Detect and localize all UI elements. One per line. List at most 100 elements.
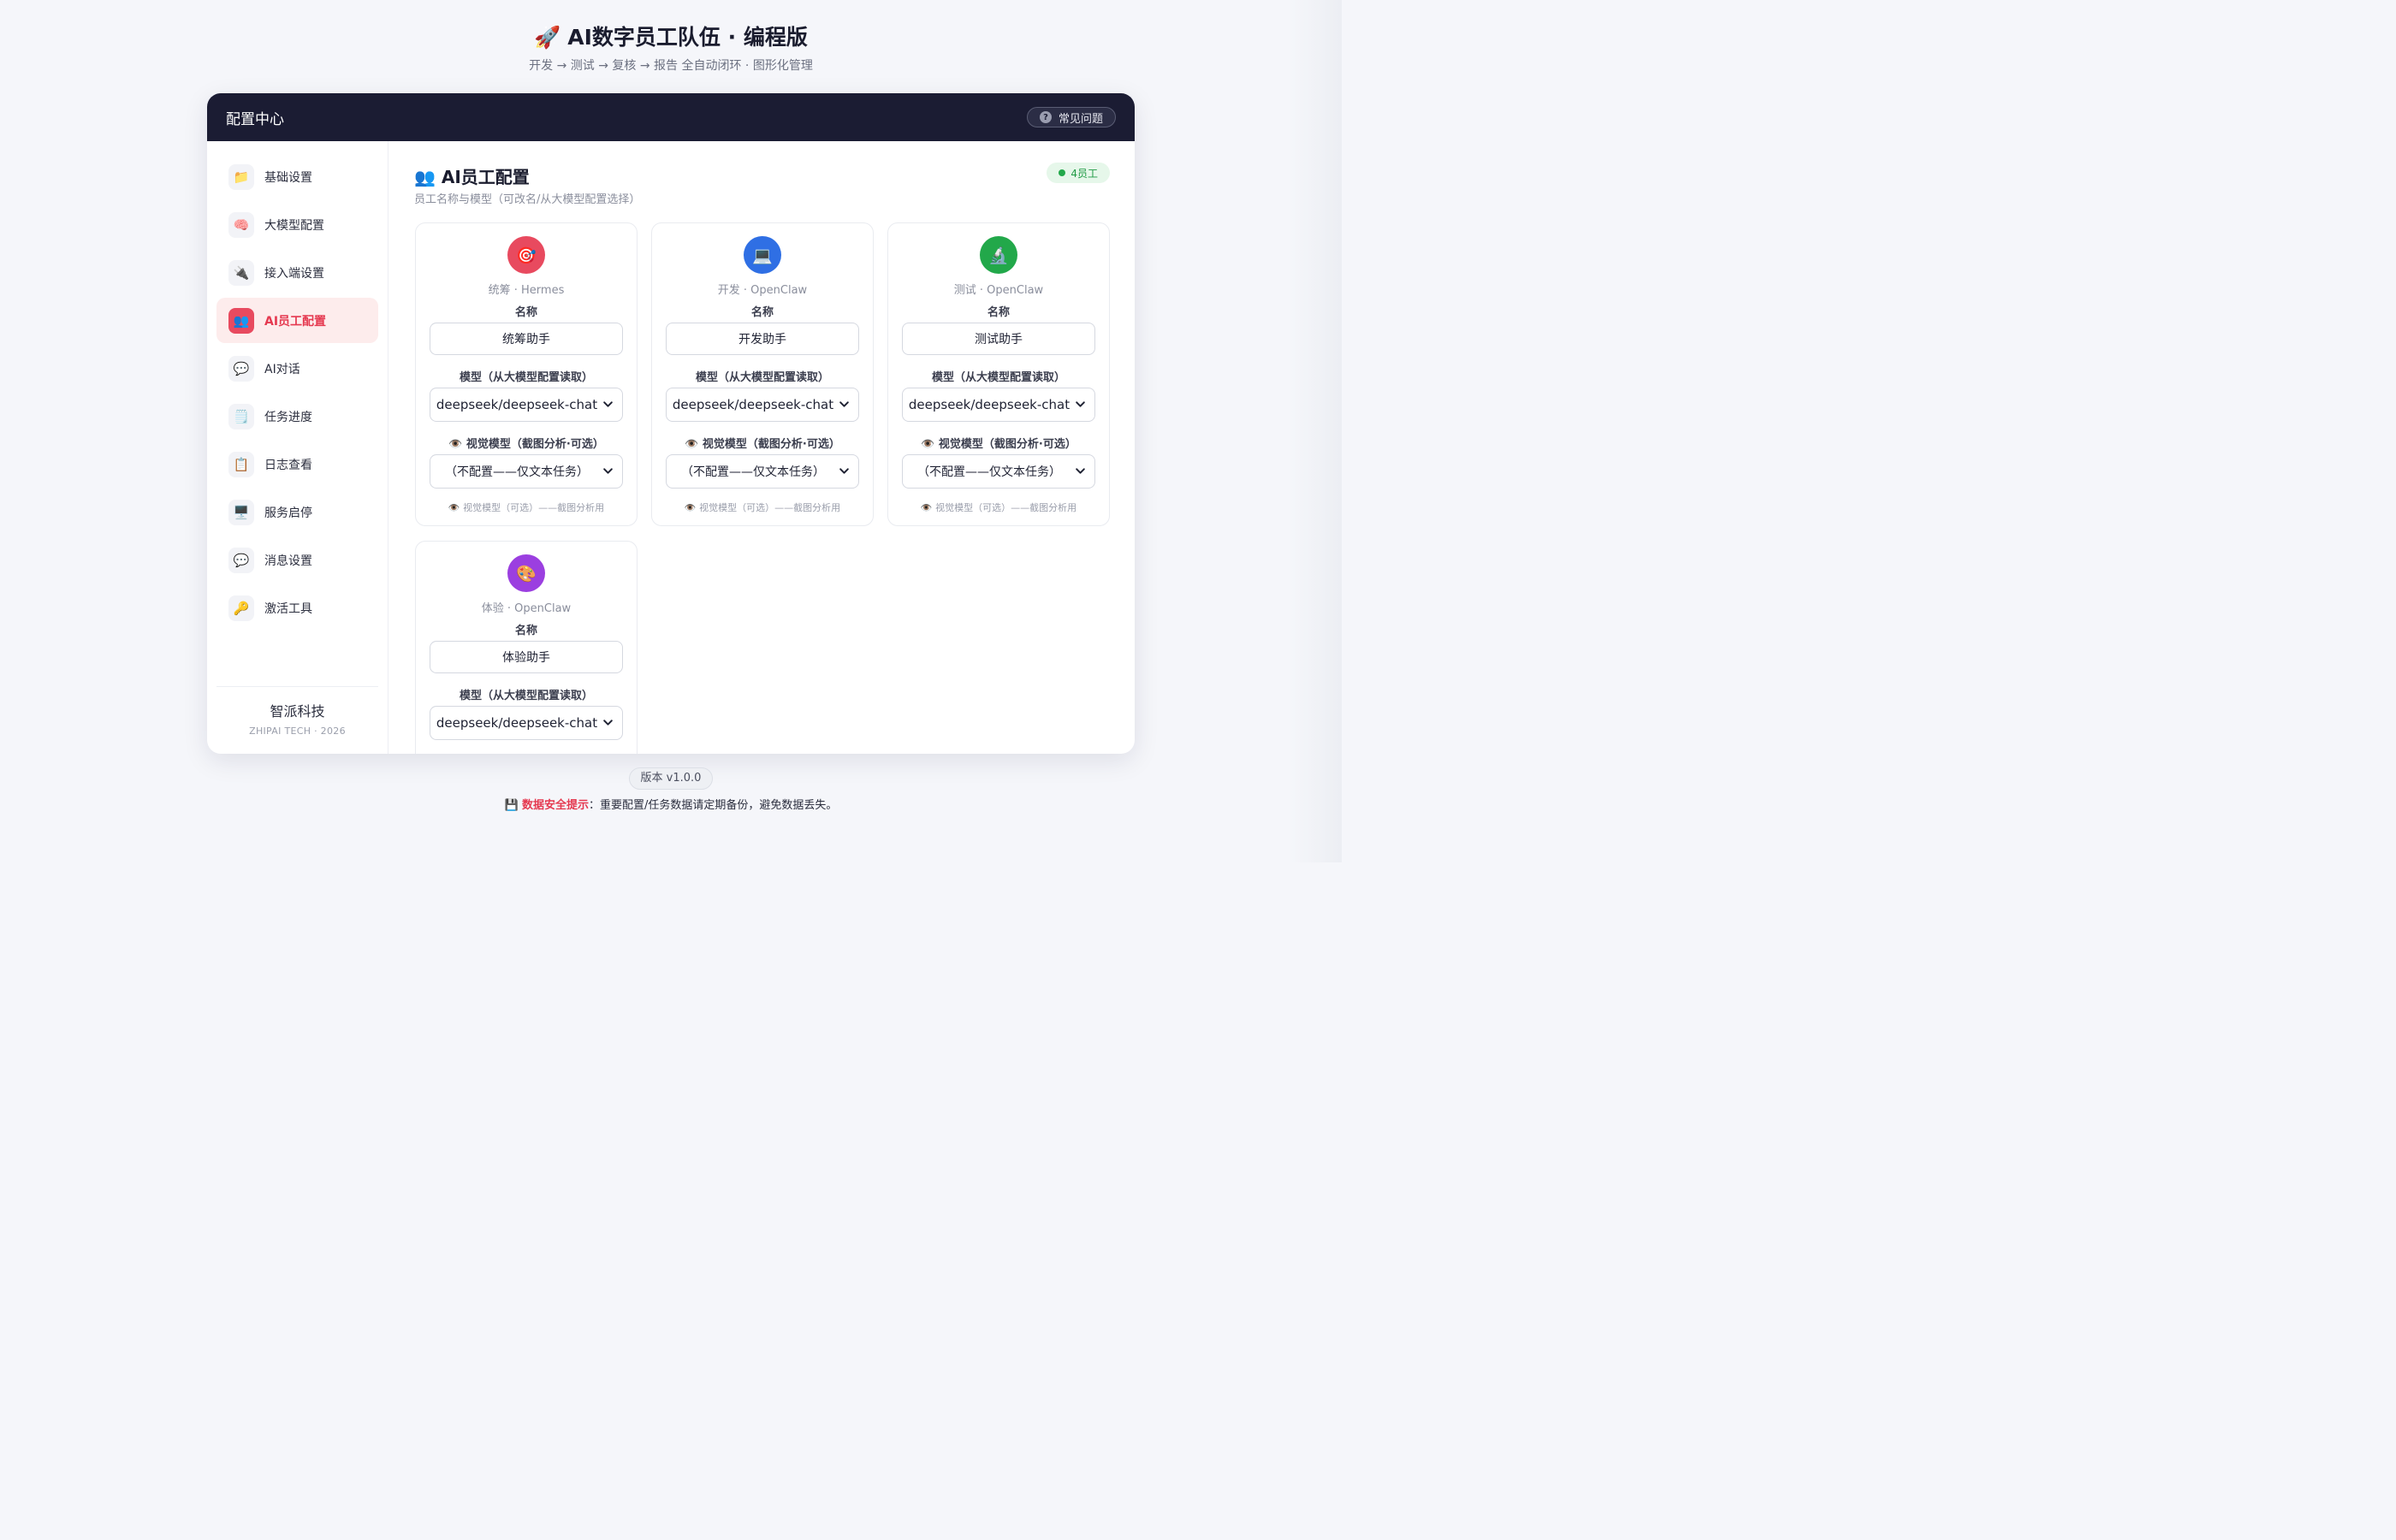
sidebar-item-9[interactable]: 💬 消息设置: [216, 537, 378, 583]
sidebar-item-label: 大模型配置: [264, 218, 324, 233]
version-badge: 版本 v1.0.0: [628, 767, 714, 790]
model-select-value: deepseek/deepseek-chat: [672, 397, 834, 412]
page-title: 🚀 AI数字员工队伍 · 编程版: [0, 22, 1342, 53]
name-label: 名称: [514, 306, 537, 319]
employee-avatar-icon: 💻: [744, 236, 781, 274]
employee-avatar-icon: 🔬: [980, 236, 1017, 274]
sidebar-item-icon: 🔑: [228, 595, 254, 621]
model-select[interactable]: deepseek/deepseek-chat: [666, 388, 859, 422]
employee-name-input[interactable]: [430, 641, 623, 673]
employee-role: 体验 · OpenClaw: [481, 602, 572, 615]
employee-name-input[interactable]: [430, 323, 623, 355]
page-subtitle: 开发 → 测试 → 复核 → 报告 全自动闭环 · 图形化管理: [529, 59, 813, 73]
sidebar-nav: 📁 基础设置 🧠 大模型配置 🔌 接入端设置 👥 AI员工配置 💬 AI对话 🗒️ 任务进度 📋 日志查看…: [216, 154, 378, 631]
vision-select-value: （不配置——仅文本任务）: [445, 465, 589, 479]
brand-subtitle: ZHIPAI TECH · 2026: [249, 726, 346, 737]
vision-model-label: 👁️ 视觉模型（截图分析·可选）: [448, 438, 604, 451]
model-select-value: deepseek/deepseek-chat: [436, 397, 598, 412]
config-panel: 配置中心 ? 常见问题 📁 基础设置 🧠 大模型配置 🔌 接入端设置 👥 AI员工配置 💬 AI对…: [207, 93, 1135, 754]
vision-model-select[interactable]: （不配置——仅文本任务）: [430, 454, 623, 489]
right-edge-shade: [1290, 0, 1342, 862]
users-icon: 👥: [414, 167, 436, 187]
floppy-disk-icon: 💾: [504, 799, 519, 812]
main-content: 👥 AI员工配置 员工名称与模型（可改名/从大模型配置选择） 4员工 🎯 统筹 ·…: [389, 141, 1135, 754]
vision-model-select[interactable]: （不配置——仅文本任务）: [902, 454, 1095, 489]
vision-model-label: 👁️ 视觉模型（截图分析·可选）: [416, 753, 637, 754]
section-title-text: AI员工配置: [441, 167, 530, 187]
model-select[interactable]: deepseek/deepseek-chat: [430, 706, 623, 740]
employee-role: 测试 · OpenClaw: [953, 284, 1044, 297]
vision-hint: 👁️ 视觉模型（可选）——截图分析用: [920, 502, 1077, 513]
status-dot-icon: [1059, 169, 1066, 176]
employee-count-label: 4员工: [1070, 167, 1098, 180]
page-title-text: AI数字员工队伍 · 编程版: [567, 25, 808, 50]
employee-card: 🎨 体验 · OpenClaw 名称模型（从大模型配置读取） deepseek/dee…: [415, 541, 638, 754]
name-label: 名称: [750, 306, 774, 319]
rocket-icon: 🚀: [534, 25, 561, 50]
vision-select-value: （不配置——仅文本任务）: [917, 465, 1061, 479]
sidebar-item-icon: 🧠: [228, 211, 254, 238]
sidebar-item-label: 激活工具: [264, 601, 312, 616]
sidebar-item-icon: 🔌: [228, 259, 254, 286]
sidebar-item-label: 服务启停: [264, 506, 312, 520]
model-label: 模型（从大模型配置读取）: [459, 690, 593, 702]
employee-avatar-icon: 🎨: [507, 554, 545, 592]
employee-card: 🔬 测试 · OpenClaw 名称模型（从大模型配置读取） deepseek/dee…: [887, 222, 1110, 526]
sidebar-item-label: 基础设置: [264, 170, 312, 185]
sidebar-item-10[interactable]: 🔑 激活工具: [216, 585, 378, 631]
vision-hint: 👁️ 视觉模型（可选）——截图分析用: [684, 502, 841, 513]
employee-card: 🎯 统筹 · Hermes 名称模型（从大模型配置读取） deepseek/deeps…: [415, 222, 638, 526]
model-select[interactable]: deepseek/deepseek-chat: [902, 388, 1095, 422]
panel-title: 配置中心: [226, 110, 284, 128]
sidebar-item-label: AI对话: [264, 362, 300, 376]
sidebar-item-6[interactable]: 🗒️ 任务进度: [216, 394, 378, 439]
sidebar-item-5[interactable]: 💬 AI对话: [216, 346, 378, 391]
sidebar-item-icon: 💬: [228, 547, 254, 573]
sidebar-item-icon: 💬: [228, 355, 254, 382]
sidebar-item-label: 任务进度: [264, 410, 312, 424]
safety-text: ：重要配置/任务数据请定期备份，避免数据丢失。: [588, 799, 838, 812]
model-select-value: deepseek/deepseek-chat: [436, 715, 598, 731]
employee-name-input[interactable]: [666, 323, 859, 355]
panel-header: 配置中心 ? 常见问题: [207, 93, 1135, 141]
safety-note: 💾 数据安全提示：重要配置/任务数据请定期备份，避免数据丢失。: [505, 799, 838, 812]
model-label: 模型（从大模型配置读取）: [459, 371, 593, 384]
name-label: 名称: [987, 306, 1010, 319]
footer-safety: 💾 数据安全提示：重要配置/任务数据请定期备份，避免数据丢失。: [0, 796, 1342, 812]
sidebar-item-icon: 🖥️: [228, 499, 254, 525]
vision-model-select[interactable]: （不配置——仅文本任务）: [666, 454, 859, 489]
faq-button[interactable]: ? 常见问题: [1026, 107, 1116, 127]
sidebar-item-3[interactable]: 🔌 接入端设置: [216, 250, 378, 295]
vision-model-label: 👁️ 视觉模型（截图分析·可选）: [921, 438, 1076, 451]
sidebar-item-1[interactable]: 📁 基础设置: [216, 154, 378, 199]
question-icon: ?: [1039, 111, 1052, 123]
model-label: 模型（从大模型配置读取）: [695, 371, 829, 384]
sidebar-item-4[interactable]: 👥 AI员工配置: [216, 298, 378, 343]
page-header: 🚀 AI数字员工队伍 · 编程版 开发 → 测试 → 复核 → 报告 全自动闭环 …: [0, 22, 1342, 74]
name-label: 名称: [514, 625, 537, 637]
safety-title: 数据安全提示: [521, 799, 589, 812]
section-description: 员工名称与模型（可改名/从大模型配置选择）: [414, 193, 641, 206]
employee-name-input[interactable]: [902, 323, 1095, 355]
faq-label: 常见问题: [1058, 112, 1103, 126]
employee-card: 💻 开发 · OpenClaw 名称模型（从大模型配置读取） deepseek/dee…: [651, 222, 874, 526]
footer-version: 版本 v1.0.0: [0, 767, 1342, 790]
employee-role: 开发 · OpenClaw: [717, 284, 808, 297]
model-select-value: deepseek/deepseek-chat: [908, 397, 1070, 412]
sidebar-item-label: AI员工配置: [264, 314, 327, 329]
section-title: 👥 AI员工配置: [414, 163, 530, 188]
sidebar-item-label: 日志查看: [264, 458, 312, 472]
brand-footer: 智派科技 ZHIPAI TECH · 2026: [216, 686, 378, 737]
sidebar-item-label: 接入端设置: [264, 266, 324, 281]
employee-count-badge: 4员工: [1047, 163, 1110, 183]
sidebar-item-icon: 👥: [228, 307, 254, 334]
sidebar-item-7[interactable]: 📋 日志查看: [216, 441, 378, 487]
vision-hint: 👁️ 视觉模型（可选）——截图分析用: [448, 502, 605, 513]
model-select[interactable]: deepseek/deepseek-chat: [430, 388, 623, 422]
sidebar-item-8[interactable]: 🖥️ 服务启停: [216, 489, 378, 535]
sidebar-item-2[interactable]: 🧠 大模型配置: [216, 202, 378, 247]
brand-name: 智派科技: [270, 703, 325, 720]
sidebar-item-label: 消息设置: [264, 554, 312, 568]
sidebar-item-icon: 📋: [228, 451, 254, 477]
model-label: 模型（从大模型配置读取）: [931, 371, 1065, 384]
